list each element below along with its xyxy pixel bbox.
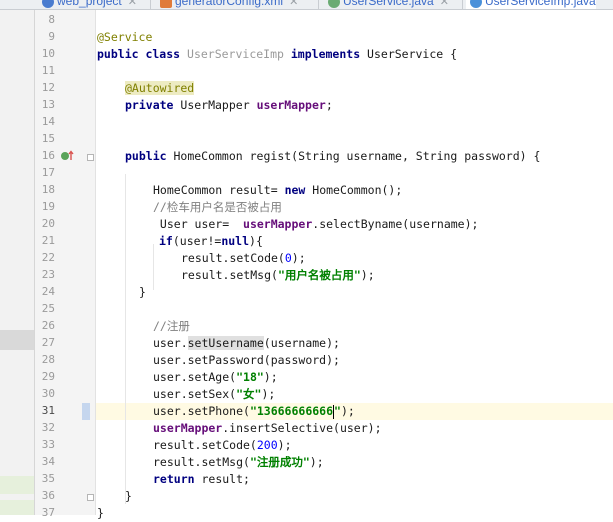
- project-tree-selection: [0, 330, 34, 350]
- code-line[interactable]: }: [97, 505, 104, 522]
- tab-user-service[interactable]: UserService.java ✕: [328, 0, 449, 9]
- interface-icon: [328, 0, 340, 8]
- code-line[interactable]: HomeCommon result= new HomeCommon();: [153, 182, 402, 199]
- line-number: 37: [41, 506, 55, 519]
- close-icon[interactable]: ✕: [289, 0, 298, 8]
- code-line[interactable]: user.setUsername(username);: [153, 335, 340, 352]
- tab-generator-config[interactable]: generatorConfig.xml ✕: [160, 0, 298, 9]
- code-line[interactable]: }: [139, 284, 146, 301]
- line-number: 14: [41, 115, 55, 128]
- line-number: 25: [41, 302, 55, 315]
- code-line[interactable]: if(user!=null){: [159, 233, 263, 250]
- line-number: 35: [41, 472, 55, 485]
- tab-label: web_project: [57, 0, 122, 8]
- code-line[interactable]: User user= userMapper.selectByname(usern…: [153, 216, 479, 233]
- fold-toggle-icon[interactable]: [87, 154, 94, 161]
- code-line[interactable]: userMapper.insertSelective(user);: [153, 420, 382, 437]
- code-line[interactable]: @Autowired: [125, 80, 195, 97]
- tab-label: generatorConfig.xml: [175, 0, 284, 8]
- line-number: 28: [41, 353, 55, 366]
- line-number: 26: [41, 319, 55, 332]
- xml-file-icon: [160, 0, 172, 8]
- editor-tab-bar: web_project ✕ generatorConfig.xml ✕ UserSe…: [0, 0, 613, 10]
- code-line[interactable]: user.setSex("女");: [153, 386, 275, 403]
- code-line[interactable]: user.setPassword(password);: [153, 352, 340, 369]
- line-number: 32: [41, 421, 55, 434]
- line-number: 16: [41, 149, 55, 162]
- line-number: 18: [41, 183, 55, 196]
- code-line[interactable]: result.setCode(200);: [153, 437, 292, 454]
- code-line[interactable]: result.setMsg("用户名被占用");: [181, 267, 375, 284]
- code-line[interactable]: }: [125, 488, 132, 505]
- line-number: 8: [48, 13, 55, 26]
- project-tree-highlight: [0, 500, 34, 515]
- code-line[interactable]: result.setCode(0);: [181, 250, 306, 267]
- line-number: 36: [41, 489, 55, 502]
- tab-label: UserService.java: [343, 0, 434, 8]
- line-number: 11: [41, 64, 55, 77]
- line-number: 34: [41, 455, 55, 468]
- tab-web-project[interactable]: web_project ✕: [42, 0, 137, 9]
- line-number: 13: [41, 98, 55, 111]
- code-line[interactable]: @Service: [97, 29, 152, 46]
- code-line[interactable]: public HomeCommon regist(String username…: [125, 148, 540, 165]
- code-line[interactable]: user.setPhone("13666666666");: [153, 403, 355, 420]
- project-panel-edge: [0, 10, 35, 515]
- line-number: 20: [41, 217, 55, 230]
- code-line[interactable]: user.setAge("18");: [153, 369, 278, 386]
- class-icon: [470, 0, 482, 8]
- line-number: 19: [41, 200, 55, 213]
- change-marker: [82, 403, 90, 420]
- code-line[interactable]: result.setMsg("注册成功");: [153, 454, 324, 471]
- line-number: 24: [41, 285, 55, 298]
- line-number: 17: [41, 166, 55, 179]
- line-number: 33: [41, 438, 55, 451]
- line-number: 21: [41, 234, 55, 247]
- code-line[interactable]: //注册: [153, 318, 190, 335]
- fold-toggle-icon[interactable]: [87, 494, 94, 501]
- project-tree-highlight: [0, 476, 34, 494]
- code-line[interactable]: return result;: [153, 471, 250, 488]
- implements-method-icon[interactable]: [60, 150, 74, 162]
- line-number: 29: [41, 370, 55, 383]
- line-number: 12: [41, 81, 55, 94]
- line-number: 30: [41, 387, 55, 400]
- line-number: 27: [41, 336, 55, 349]
- module-icon: [42, 0, 54, 8]
- code-line[interactable]: //检车用户名是否被占用: [153, 199, 282, 216]
- tab-label: UserServiceImp.java: [485, 0, 596, 8]
- close-icon[interactable]: ✕: [128, 0, 137, 8]
- line-number: 31: [41, 404, 55, 417]
- line-number: 22: [41, 251, 55, 264]
- code-line[interactable]: public class UserServiceImp implements U…: [97, 46, 457, 63]
- code-line[interactable]: private UserMapper userMapper;: [125, 97, 333, 114]
- line-number: 9: [48, 30, 55, 43]
- line-number: 23: [41, 268, 55, 281]
- tab-user-service-imp[interactable]: UserServiceImp.java: [466, 0, 596, 9]
- close-icon[interactable]: ✕: [440, 0, 449, 8]
- line-number: 15: [41, 132, 55, 145]
- line-number: 10: [41, 47, 55, 60]
